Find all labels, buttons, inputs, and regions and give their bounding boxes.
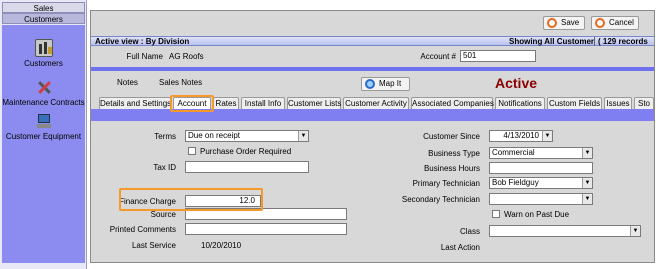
tab-associated-companies[interactable]: Associated Companies xyxy=(411,97,494,109)
purchase-order-checkbox[interactable] xyxy=(188,147,196,155)
customer-since-label: Customer Since xyxy=(423,132,480,141)
sidebar-item-customer-equipment[interactable]: Customer Equipment xyxy=(2,112,85,141)
view-bar: Active view : By Division Showing All Cu… xyxy=(91,36,654,46)
factory-icon xyxy=(34,39,53,57)
tab-issues[interactable]: Issues xyxy=(604,97,632,109)
sales-notes-tab[interactable]: Sales Notes xyxy=(159,78,202,87)
chevron-down-icon: ▼ xyxy=(582,178,592,188)
chevron-down-icon: ▼ xyxy=(630,226,640,236)
save-icon xyxy=(547,18,557,28)
last-service-label: Last Service xyxy=(131,241,176,250)
sidebar-panel: Customers Maintenance Contracts Customer… xyxy=(2,25,85,263)
tax-id-field[interactable] xyxy=(185,161,309,173)
business-hours-field[interactable] xyxy=(489,162,593,174)
secondary-technician-select[interactable]: ▼ xyxy=(489,193,593,205)
tools-icon xyxy=(35,78,53,96)
account-tab-highlight xyxy=(170,95,214,112)
class-label: Class xyxy=(459,227,480,236)
sidebar: Sales Customers Customers Maintenance Co… xyxy=(0,0,87,269)
tab-custom-fields[interactable]: Custom Fields xyxy=(547,97,602,109)
sidebar-item-maintenance-contracts[interactable]: Maintenance Contracts xyxy=(2,78,85,107)
tab-notifications[interactable]: Notifications xyxy=(495,97,545,109)
printed-comments-field[interactable] xyxy=(185,223,347,235)
chevron-down-icon: ▼ xyxy=(582,194,592,204)
account-field[interactable]: 501 xyxy=(460,50,536,62)
equipment-icon xyxy=(35,112,53,130)
tab-details-and-settings[interactable]: Details and Settings xyxy=(99,97,171,109)
notes-tab[interactable]: Notes xyxy=(117,78,138,87)
sidebar-section-sales[interactable]: Sales xyxy=(2,2,85,13)
tab-rates[interactable]: Rates xyxy=(213,97,239,109)
tab-customer-activity[interactable]: Customer Activity xyxy=(343,97,409,109)
primary-technician-select[interactable]: Bob Fieldguy ▼ xyxy=(489,177,593,189)
source-label: Source xyxy=(150,210,176,219)
sidebar-item-customers[interactable]: Customers xyxy=(2,39,85,68)
globe-icon xyxy=(365,79,375,89)
purchase-order-label: Purchase Order Required xyxy=(200,147,292,156)
printed-comments-label: Printed Comments xyxy=(109,225,176,234)
sidebar-section-customers[interactable]: Customers xyxy=(2,13,85,24)
warn-past-due-checkbox[interactable] xyxy=(492,210,500,218)
terms-label: Terms xyxy=(154,132,176,141)
tab-customer-lists[interactable]: Customer Lists xyxy=(287,97,341,109)
chevron-down-icon: ▼ xyxy=(298,131,308,141)
secondary-technician-label: Secondary Technician xyxy=(401,195,480,204)
sidebar-item-label: Customers xyxy=(24,59,63,68)
showing-label: Showing All Customer xyxy=(509,37,595,46)
business-type-label: Business Type xyxy=(428,149,480,158)
status-label: Active xyxy=(495,75,538,91)
sidebar-item-label: Maintenance Contracts xyxy=(2,98,85,107)
header-row: Full Name AG Roofs Account # 501 xyxy=(91,47,654,67)
customer-since-date[interactable]: 4/13/2010 ▼ xyxy=(489,130,553,142)
active-view-label: Active view : By Division xyxy=(95,37,190,46)
tax-id-label: Tax ID xyxy=(153,163,176,172)
terms-select[interactable]: Due on receipt ▼ xyxy=(185,130,309,142)
full-name-value: AG Roofs xyxy=(169,52,204,61)
sidebar-item-label: Customer Equipment xyxy=(5,132,82,141)
last-action-label: Last Action xyxy=(440,243,480,252)
tab-install-info[interactable]: Install Info xyxy=(241,97,285,109)
business-hours-label: Business Hours xyxy=(423,164,480,173)
tab-sto[interactable]: Sto xyxy=(634,97,654,109)
map-it-button[interactable]: Map It xyxy=(361,77,410,91)
save-button[interactable]: Save xyxy=(543,16,585,30)
warn-past-due-label: Warn on Past Due xyxy=(504,210,570,219)
primary-technician-label: Primary Technician xyxy=(412,179,480,188)
full-name-label: Full Name xyxy=(126,52,163,61)
class-select[interactable]: ▼ xyxy=(489,225,641,237)
chevron-down-icon: ▼ xyxy=(542,131,552,141)
cancel-button[interactable]: Cancel xyxy=(591,16,639,30)
business-type-select[interactable]: Commercial ▼ xyxy=(489,147,593,159)
chevron-down-icon: ▼ xyxy=(582,148,592,158)
last-service-value: 10/20/2010 xyxy=(201,241,242,250)
cancel-icon xyxy=(595,18,605,28)
record-count: ( 129 records xyxy=(594,37,648,46)
finance-charge-highlight xyxy=(119,188,263,211)
divider-stripe xyxy=(91,67,654,71)
account-label: Account # xyxy=(420,52,456,61)
customer-detail-panel: Save Cancel Active view : By Division Sh… xyxy=(90,10,655,263)
